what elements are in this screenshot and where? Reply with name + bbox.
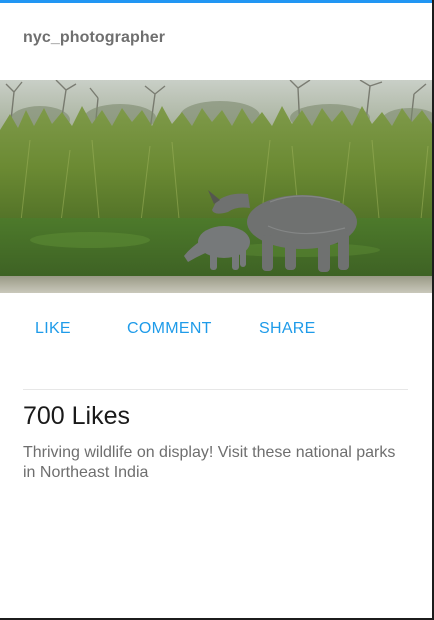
comment-button[interactable]: COMMENT: [127, 320, 212, 338]
divider: [23, 389, 408, 390]
post-username[interactable]: nyc_photographer: [23, 29, 165, 47]
post-photo: [0, 80, 432, 293]
post-actions: LIKE COMMENT SHARE: [0, 320, 432, 342]
post-caption: Thriving wildlife on display! Visit thes…: [23, 444, 396, 481]
likes-count: 700 Likes: [23, 402, 131, 430]
top-accent-bar: [0, 0, 432, 3]
share-button[interactable]: SHARE: [259, 320, 316, 338]
like-button[interactable]: LIKE: [35, 320, 71, 338]
